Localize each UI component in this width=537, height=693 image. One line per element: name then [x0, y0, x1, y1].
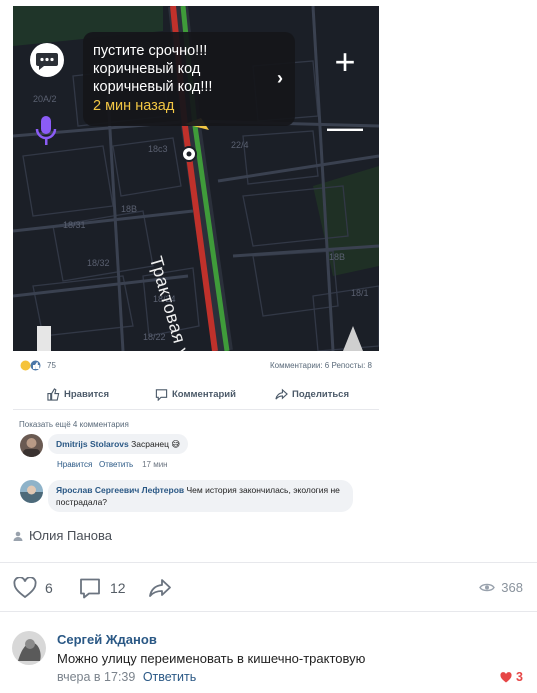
comment-count: 12 — [110, 580, 126, 596]
comment-bubble: Dmitrijs Stolarovs Засранец 😅 — [48, 434, 189, 454]
message-notification[interactable]: пустите срочно!!!коричневый код коричнев… — [83, 32, 295, 126]
map-label: 20А/2 — [33, 94, 57, 104]
post-footer: 6 12 368 — [0, 562, 537, 612]
user-icon — [13, 531, 23, 541]
heart-icon — [500, 671, 512, 682]
comment-action-label: Комментарий — [172, 389, 236, 400]
map-label: 18/32 — [87, 258, 110, 268]
map-label: 18/31 — [63, 220, 86, 230]
comment-author[interactable]: Сергей Жданов — [57, 632, 157, 647]
share-icon — [275, 388, 288, 400]
comment-button[interactable]: 12 — [78, 577, 126, 599]
eye-icon — [479, 583, 496, 592]
avatar[interactable] — [20, 434, 43, 457]
map-label: 18/1 — [351, 288, 369, 298]
map-screenshot: 20А/2 18с3 22/4 18В 18/31 18/32 18/24 18… — [13, 6, 379, 351]
like-button[interactable]: 6 — [13, 577, 53, 599]
comment-meta: Нравится Ответить 17 мин — [57, 460, 168, 469]
like-count: 6 — [45, 580, 53, 596]
like-action-button[interactable]: Нравится — [47, 388, 109, 401]
map-label: 22/4 — [231, 140, 249, 150]
post-author-name: Юлия Панова — [29, 528, 113, 543]
comment-author[interactable]: Dmitrijs Stolarovs — [56, 439, 129, 449]
comment-like-button[interactable]: 3 — [500, 670, 523, 684]
zoom-out-button[interactable]: — — [325, 109, 365, 145]
comment-icon — [155, 389, 168, 401]
heart-icon — [13, 577, 37, 599]
comment-icon — [80, 578, 100, 599]
like-action-label: Нравится — [64, 389, 109, 400]
comment-text: Можно улицу переименовать в кишечно-трак… — [57, 651, 366, 666]
comment-action-button[interactable]: Комментарий — [155, 388, 236, 401]
show-more-comments-link[interactable]: Показать ещё 4 комментария — [19, 420, 129, 429]
post-author[interactable]: Юлия Панова — [13, 528, 112, 543]
avatar[interactable] — [12, 631, 46, 665]
views-count: 368 — [501, 580, 523, 595]
comment-reply-link[interactable]: Ответить — [99, 460, 133, 469]
share-icon — [149, 579, 171, 597]
reactions-row: 75 Комментарии: 6 Репосты: 8 — [18, 358, 376, 374]
reaction-icons — [20, 360, 41, 371]
map-label: 18В — [121, 204, 138, 214]
comment-bubble: Ярослав Сергеевич Лефтеров Чем история з… — [48, 480, 353, 512]
share-action-label: Поделиться — [292, 389, 350, 400]
avatar[interactable] — [20, 480, 43, 503]
comment-like-link[interactable]: Нравится — [57, 460, 92, 469]
comment-time: 17 мин — [142, 460, 168, 469]
views-counter: 368 — [479, 580, 523, 595]
reply-link[interactable]: Ответить — [143, 670, 196, 684]
zoom-in-button[interactable]: + — [325, 42, 365, 82]
share-action-button[interactable]: Поделиться — [275, 388, 349, 401]
post-stats: Комментарии: 6 Репосты: 8 — [269, 361, 372, 370]
chevron-right-icon: › — [277, 68, 283, 88]
reactions-count: 75 — [47, 361, 56, 370]
map-label: 18В — [329, 252, 346, 262]
thumbs-up-icon — [47, 388, 60, 401]
message-icon[interactable] — [29, 42, 65, 78]
comment-time: вчера в 17:39 — [57, 670, 136, 684]
map-label: 18с3 — [148, 144, 168, 154]
comment-text: Засранец 😅 — [131, 439, 181, 449]
microphone-icon[interactable] — [35, 114, 57, 148]
comment-author[interactable]: Ярослав Сергеевич Лефтеров — [56, 485, 184, 495]
share-button[interactable] — [148, 577, 172, 599]
notification-text: пустите срочно!!!коричневый код коричнев… — [93, 43, 213, 95]
notification-time: 2 мин назад — [93, 98, 175, 114]
comment-like-count: 3 — [516, 670, 523, 684]
map-label: 18/22 — [143, 332, 166, 342]
embedded-action-row: Нравится Комментарий Поделиться — [13, 382, 379, 410]
comment-meta: вчера в 17:39 Ответить — [57, 670, 196, 684]
